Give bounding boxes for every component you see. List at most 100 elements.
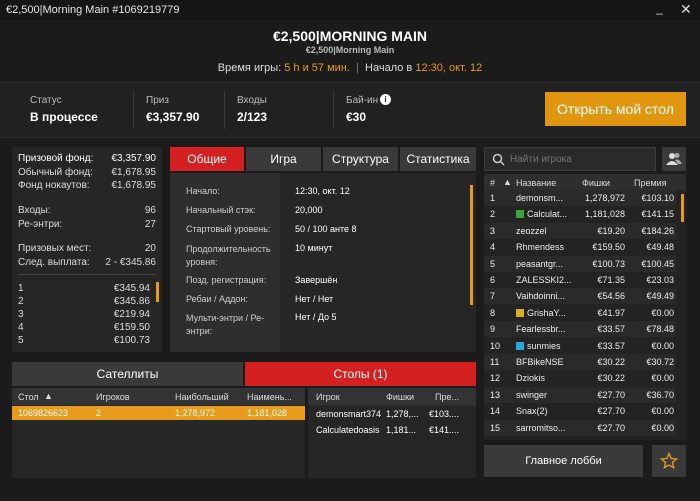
tab-game[interactable]: Игра xyxy=(246,147,321,171)
player-search-input[interactable] xyxy=(510,150,650,168)
open-my-table-button[interactable]: Открыть мой стол xyxy=(545,92,686,126)
regular-pool-value: €1,678.95 xyxy=(111,167,157,178)
player-list-row[interactable]: 6 ZALESSKI2... €71.35 €23.03 xyxy=(484,272,676,288)
player-search-box[interactable] xyxy=(484,147,656,171)
detail-label: Продолжительность уровня: xyxy=(186,244,271,267)
player-list-row[interactable]: 5 peasantgr... €100.73 €100.45 xyxy=(484,255,676,272)
player-rank: 12 xyxy=(490,373,501,384)
payout-amount: €219.94 xyxy=(113,309,150,320)
window-title: €2,500|Morning Main #1069219779 xyxy=(6,4,180,16)
player-list-row[interactable]: 15 sarromitso... €27.70 €0.00 xyxy=(484,419,676,436)
players-scrollbar[interactable] xyxy=(681,194,684,222)
player-chips: €30.22 xyxy=(597,373,625,384)
player-prize: €78.48 xyxy=(646,324,674,335)
detail-label: Начало: xyxy=(186,186,220,196)
payout-row: 5 €100.73 xyxy=(18,335,150,346)
player-chips: 1,181... xyxy=(386,425,417,435)
start-label: Начало в xyxy=(365,62,413,74)
player-list-row[interactable]: 1 demonsm... 1,278,972 €103.10 xyxy=(484,190,676,206)
player-name: ZALESSKI2... xyxy=(516,275,572,285)
payout-scrollbar[interactable] xyxy=(156,282,159,302)
player-list-row[interactable]: 12 Dziokis €30.22 €0.00 xyxy=(484,370,676,387)
tab-satellites[interactable]: Сателлиты xyxy=(12,362,243,386)
start-value: 12:30, окт. 12 xyxy=(415,62,483,74)
player-name: Fearlessbr... xyxy=(516,324,566,335)
detail-value: 12:30, окт. 12 xyxy=(295,186,350,196)
paid-places-row: Призовых мест: 20 xyxy=(18,243,156,254)
player-rank: 11 xyxy=(490,357,500,367)
player-name: sarromitso... xyxy=(516,422,566,433)
title-bar: €2,500|Morning Main #1069219779 _ ✕ xyxy=(0,0,700,20)
player-name[interactable]: demonsmart374 xyxy=(316,409,381,419)
tournament-subtitle: €2,500|Morning Main xyxy=(305,45,395,55)
col-chips[interactable]: Фишки xyxy=(386,392,414,402)
tab-structure[interactable]: Структура xyxy=(323,147,398,171)
player-list-row[interactable]: 2 Calculat... 1,181,028 €141.15 xyxy=(484,206,676,223)
player-rank: 9 xyxy=(490,324,496,335)
col-prize[interactable]: Премия xyxy=(634,178,667,188)
player-prize: €49.49 xyxy=(646,291,674,302)
player-prize: €103.10 xyxy=(641,193,674,203)
entries-stat-value: 96 xyxy=(144,205,156,216)
friends-button[interactable] xyxy=(662,147,686,171)
details-scrollbar[interactable] xyxy=(470,185,473,305)
player-name: Rhmendess xyxy=(516,242,565,253)
knockout-pool-value: €1,678.95 xyxy=(111,180,157,191)
player-list-row[interactable]: 7 Vaihdoinni... €54.56 €49.49 xyxy=(484,288,676,305)
player-rank: 8 xyxy=(490,307,496,318)
tab-statistics[interactable]: Статистика xyxy=(400,147,476,171)
favorite-button[interactable] xyxy=(652,445,686,477)
sort-up-icon[interactable]: ▲ xyxy=(44,391,53,401)
reentries-row: Ре-энтри: 27 xyxy=(18,219,156,230)
tab-general[interactable]: Общие xyxy=(170,147,244,171)
player-list-row[interactable]: 14 Snax(2) €27.70 €0.00 xyxy=(484,403,676,420)
player-badge-icon xyxy=(516,210,524,219)
player-rank: 1 xyxy=(490,193,496,203)
time-line: Время игры: 5 h и 57 мин. | Начало в 12:… xyxy=(217,62,483,74)
col-rank[interactable]: # xyxy=(490,178,495,188)
player-list-row[interactable]: 13 swinger €27.70 €36.70 xyxy=(484,386,676,403)
player-list-row[interactable]: 10 sunmies €33.57 €0.00 xyxy=(484,337,676,354)
regular-pool-label: Обычный фонд: xyxy=(18,167,93,178)
close-icon[interactable]: ✕ xyxy=(680,1,692,18)
player-chips: €27.70 xyxy=(597,389,625,400)
main-lobby-button[interactable]: Главное лобби xyxy=(484,445,643,477)
player-name: Calculat... xyxy=(527,209,568,220)
col-smallest[interactable]: Наимень... xyxy=(247,392,292,402)
info-icon[interactable]: i xyxy=(380,94,391,105)
detail-label: Позд. регистрация: xyxy=(186,275,267,285)
player-prize: €0.00 xyxy=(651,340,674,351)
player-name: GrishaY... xyxy=(527,307,566,318)
reentries-value: 27 xyxy=(144,219,156,230)
player-chips: 1,181,028 xyxy=(584,209,625,220)
col-largest[interactable]: Наибольший xyxy=(175,392,229,402)
payout-amount: €345.86 xyxy=(113,296,150,307)
regular-pool-row: Обычный фонд: €1,678.95 xyxy=(18,167,156,178)
tab-tables[interactable]: Столы (1) xyxy=(245,362,476,386)
status-value: В процессе xyxy=(30,110,98,124)
col-players[interactable]: Игроков xyxy=(96,392,130,402)
player-name[interactable]: Calculatedoasis xyxy=(316,425,380,435)
table-largest: 1,278,972 xyxy=(175,408,216,418)
tournament-header: €2,500|MORNING MAIN €2,500|Morning Main … xyxy=(0,20,700,82)
player-list-row[interactable]: 4 Rhmendess €159.50 €49.48 xyxy=(484,239,676,256)
player-list-row[interactable]: 3 zeozzel €19.20 €184.26 xyxy=(484,222,676,239)
player-rank: 5 xyxy=(490,258,496,269)
minimize-icon[interactable]: _ xyxy=(656,1,663,15)
col-table[interactable]: Стол xyxy=(18,392,39,402)
player-list-row[interactable]: 11 BFBikeNSE €30.22 €30.72 xyxy=(484,354,676,370)
status-label: Статус xyxy=(30,95,62,106)
player-name: Dziokis xyxy=(516,373,546,384)
player-list-row[interactable]: 9 Fearlessbr... €33.57 €78.48 xyxy=(484,321,676,338)
col-name[interactable]: Название xyxy=(516,178,556,188)
detail-value: Нет / Нет xyxy=(295,294,334,304)
col-prize[interactable]: Пре... xyxy=(435,392,459,402)
col-chips[interactable]: Фишки xyxy=(582,178,610,188)
player-prize: €0.00 xyxy=(651,373,674,384)
sort-up-icon[interactable]: ▲ xyxy=(503,177,512,187)
col-player[interactable]: Игрок xyxy=(316,392,340,402)
payout-place: 3 xyxy=(18,309,24,320)
player-list-row[interactable]: 8 GrishaY... €41.97 €0.00 xyxy=(484,304,676,321)
player-chips: €27.70 xyxy=(597,422,625,433)
payout-amount: €100.73 xyxy=(113,335,150,346)
